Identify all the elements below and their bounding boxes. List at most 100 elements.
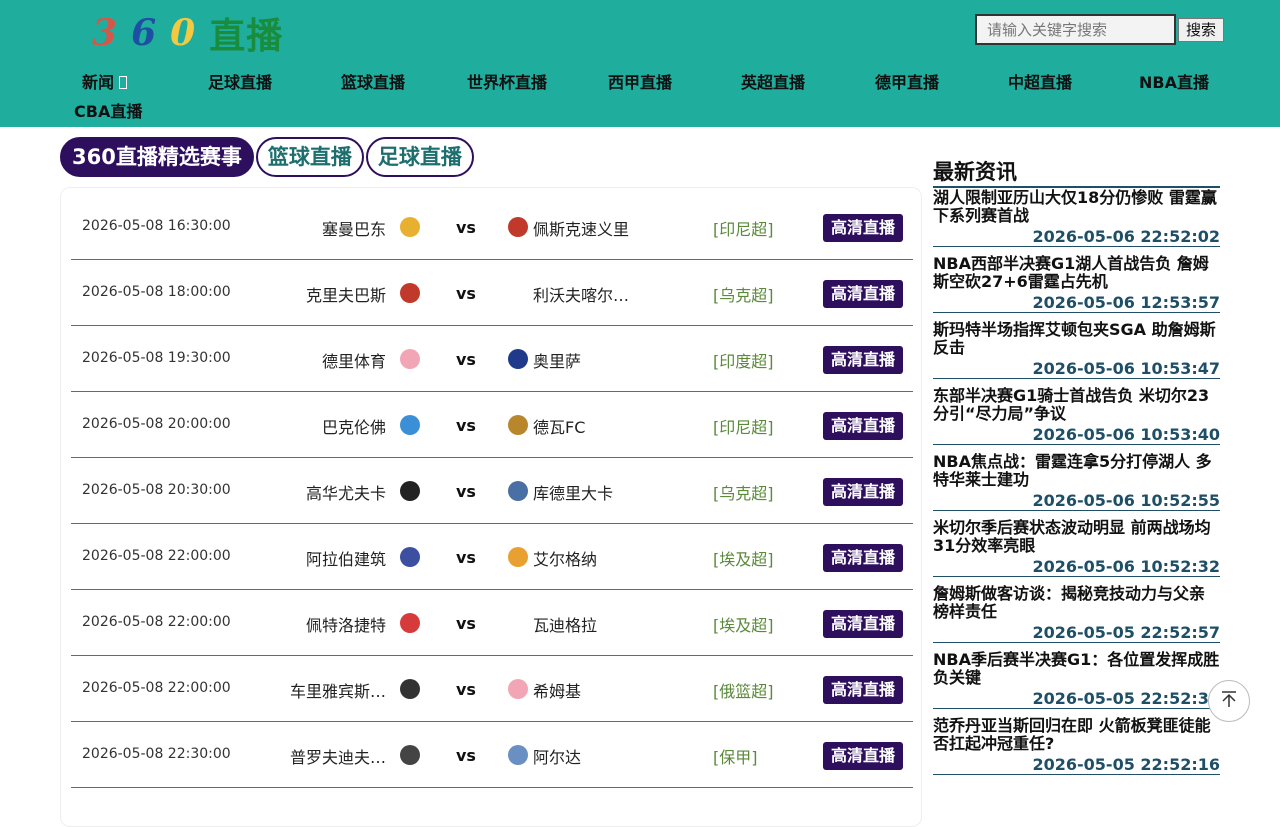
match-list: 2026-05-08 16:30:00 塞曼巴东 vs 佩斯克速义里 [印尼超] 高清直播… [60, 187, 922, 827]
news-headline[interactable]: 斯玛特半场指挥艾顿包夹SGA 助詹姆斯反击 [933, 321, 1220, 357]
away-team[interactable]: 瓦迪格拉 [533, 612, 597, 636]
home-team[interactable]: 塞曼巴东 [322, 216, 386, 240]
league-tag[interactable]: [印尼超] [713, 216, 774, 240]
home-team[interactable]: 高华尤夫卡 [306, 480, 386, 504]
nav-label: 新闻 [82, 73, 115, 92]
news-date: 2026-05-06 10:53:40 [1032, 425, 1220, 444]
hd-live-button[interactable]: 高清直播 [823, 610, 903, 638]
news-headline[interactable]: NBA焦点战：雷霆连拿5分打停湖人 多特华莱士建功 [933, 453, 1220, 489]
league-tag[interactable]: [保甲] [713, 744, 758, 768]
news-item[interactable]: 斯玛特半场指挥艾顿包夹SGA 助詹姆斯反击 2026-05-06 10:53:47 [933, 321, 1220, 379]
away-team[interactable]: 阿尔达 [533, 744, 581, 768]
header: 3 6 0 直播 搜索 新闻 足球直播 篮球直播 世界杯直播 西甲直播 英超直播… [0, 0, 1280, 127]
match-row[interactable]: 2026-05-08 20:00:00 巴克伦佛 vs 德瓦FC [印尼超] 高清直播 [71, 392, 913, 458]
nav-cba[interactable]: CBA直播 [74, 98, 142, 122]
home-team[interactable]: 德里体育 [322, 348, 386, 372]
news-item[interactable]: 东部半决赛G1骑士首战告负 米切尔23分引“尽力局”争议 2026-05-06 1… [933, 387, 1220, 445]
tab-basketball[interactable]: 篮球直播 [255, 137, 364, 177]
site-logo[interactable]: 3 6 0 直播 [92, 8, 283, 58]
news-item[interactable]: 米切尔季后赛状态波动明显 前两战场均31分效率亮眼 2026-05-06 10:5… [933, 519, 1220, 577]
home-team[interactable]: 阿拉伯建筑 [306, 546, 386, 570]
hd-live-button[interactable]: 高清直播 [823, 412, 903, 440]
away-team-logo-icon [508, 415, 528, 435]
news-date: 2026-05-05 22:52:16 [1032, 755, 1220, 774]
hd-live-button[interactable]: 高清直播 [823, 280, 903, 308]
news-item[interactable]: NBA西部半决赛G1湖人首战告负 詹姆斯空砍27+6雷霆占先机 2026-05-0… [933, 255, 1220, 313]
news-date: 2026-05-06 10:53:47 [1032, 359, 1220, 378]
tab-featured[interactable]: 360直播精选赛事 [60, 137, 254, 177]
nav-nba[interactable]: NBA直播 [1139, 69, 1209, 93]
match-row[interactable]: 2026-05-08 22:00:00 阿拉伯建筑 vs 艾尔格纳 [埃及超] 高清直播 [71, 524, 913, 590]
arrow-up-icon[interactable] [1208, 680, 1250, 722]
match-row[interactable]: 2026-05-08 22:30:00 普罗夫迪夫… vs 阿尔达 [保甲] 高清直播 [71, 722, 913, 788]
news-headline[interactable]: 湖人限制亚历山大仅18分仍惨败 雷霆赢下系列赛首战 [933, 189, 1220, 225]
news-item[interactable]: NBA季后赛半决赛G1：各位置发挥成胜负关键 2026-05-05 22:52:3… [933, 651, 1220, 709]
nav-laliga[interactable]: 西甲直播 [608, 69, 672, 93]
hd-live-button[interactable]: 高清直播 [823, 676, 903, 704]
news-item[interactable]: 湖人限制亚历山大仅18分仍惨败 雷霆赢下系列赛首战 2026-05-06 22:5… [933, 189, 1220, 247]
nav-football[interactable]: 足球直播 [208, 69, 272, 93]
nav-epl[interactable]: 英超直播 [741, 69, 805, 93]
nav-news[interactable]: 新闻 [82, 69, 128, 93]
nav-bundesliga[interactable]: 德甲直播 [875, 69, 939, 93]
news-headline[interactable]: NBA季后赛半决赛G1：各位置发挥成胜负关键 [933, 651, 1220, 687]
hd-live-button[interactable]: 高清直播 [823, 544, 903, 572]
match-time: 2026-05-08 22:00:00 [82, 614, 231, 630]
vs-label: vs [456, 350, 476, 369]
news-headline[interactable]: 东部半决赛G1骑士首战告负 米切尔23分引“尽力局”争议 [933, 387, 1220, 423]
league-tag[interactable]: [俄篮超] [713, 678, 774, 702]
search-button[interactable]: 搜索 [1178, 17, 1225, 42]
away-team[interactable]: 库德里大卡 [533, 480, 613, 504]
vs-label: vs [456, 416, 476, 435]
vs-label: vs [456, 746, 476, 765]
tab-football[interactable]: 足球直播 [365, 137, 474, 177]
news-headline[interactable]: 范乔丹亚当斯回归在即 火箭板凳匪徒能否扛起冲冠重任? [933, 717, 1220, 753]
match-row[interactable]: 2026-05-08 18:00:00 克里夫巴斯 vs 利沃夫喀尔… [乌克超] 高清直… [71, 260, 913, 326]
nav-worldcup[interactable]: 世界杯直播 [467, 69, 547, 93]
home-team[interactable]: 佩特洛捷特 [306, 612, 386, 636]
away-team[interactable]: 利沃夫喀尔… [533, 282, 629, 306]
hd-live-button[interactable]: 高清直播 [823, 478, 903, 506]
news-item[interactable]: 詹姆斯做客访谈：揭秘竞技动力与父亲榜样责任 2026-05-05 22:52:57 [933, 585, 1220, 643]
home-team[interactable]: 普罗夫迪夫… [290, 744, 386, 768]
hd-live-button[interactable]: 高清直播 [823, 742, 903, 770]
match-row[interactable]: 2026-05-08 20:30:00 高华尤夫卡 vs 库德里大卡 [乌克超] 高清直播 [71, 458, 913, 524]
match-row[interactable]: 2026-05-08 19:30:00 德里体育 vs 奥里萨 [印度超] 高清直播 [71, 326, 913, 392]
away-team[interactable]: 奥里萨 [533, 348, 581, 372]
nav-csl[interactable]: 中超直播 [1008, 69, 1072, 93]
hd-live-button[interactable]: 高清直播 [823, 346, 903, 374]
news-item[interactable]: 范乔丹亚当斯回归在即 火箭板凳匪徒能否扛起冲冠重任? 2026-05-05 22:… [933, 717, 1220, 775]
away-team[interactable]: 佩斯克速义里 [533, 216, 629, 240]
away-team[interactable]: 希姆基 [533, 678, 581, 702]
home-team-logo-icon [400, 415, 420, 435]
home-team[interactable]: 车里雅宾斯… [290, 678, 386, 702]
news-headline[interactable]: 詹姆斯做客访谈：揭秘竞技动力与父亲榜样责任 [933, 585, 1220, 621]
logo-digit: 6 [131, 12, 157, 54]
home-team-logo-icon [400, 613, 420, 633]
home-team[interactable]: 克里夫巴斯 [306, 282, 386, 306]
news-divider [933, 186, 1220, 188]
away-team[interactable]: 德瓦FC [533, 414, 585, 438]
search-input[interactable] [975, 14, 1176, 45]
league-tag[interactable]: [埃及超] [713, 612, 774, 636]
home-team-logo-icon [400, 745, 420, 765]
match-row[interactable]: 2026-05-08 16:30:00 塞曼巴东 vs 佩斯克速义里 [印尼超] 高清直播 [71, 194, 913, 260]
league-tag[interactable]: [埃及超] [713, 546, 774, 570]
news-headline[interactable]: NBA西部半决赛G1湖人首战告负 詹姆斯空砍27+6雷霆占先机 [933, 255, 1220, 291]
league-tag[interactable]: [印度超] [713, 348, 774, 372]
news-date: 2026-05-06 10:52:55 [1032, 491, 1220, 510]
news-date: 2026-05-05 22:52:30 [1032, 689, 1220, 708]
away-team[interactable]: 艾尔格纳 [533, 546, 597, 570]
league-tag[interactable]: [乌克超] [713, 480, 774, 504]
match-row[interactable]: 2026-05-08 22:00:00 佩特洛捷特 vs 瓦迪格拉 [埃及超] 高清直播 [71, 590, 913, 656]
news-headline[interactable]: 米切尔季后赛状态波动明显 前两战场均31分效率亮眼 [933, 519, 1220, 555]
league-tag[interactable]: [印尼超] [713, 414, 774, 438]
match-row[interactable]: 2026-05-08 22:00:00 车里雅宾斯… vs 希姆基 [俄篮超] 高清直播 [71, 656, 913, 722]
league-tag[interactable]: [乌克超] [713, 282, 774, 306]
nav-basketball[interactable]: 篮球直播 [341, 69, 405, 93]
news-date: 2026-05-06 22:52:02 [1032, 227, 1220, 246]
news-item[interactable]: NBA焦点战：雷霆连拿5分打停湖人 多特华莱士建功 2026-05-06 10:5… [933, 453, 1220, 511]
dropdown-icon [119, 76, 128, 89]
hd-live-button[interactable]: 高清直播 [823, 214, 903, 242]
home-team[interactable]: 巴克伦佛 [322, 414, 386, 438]
